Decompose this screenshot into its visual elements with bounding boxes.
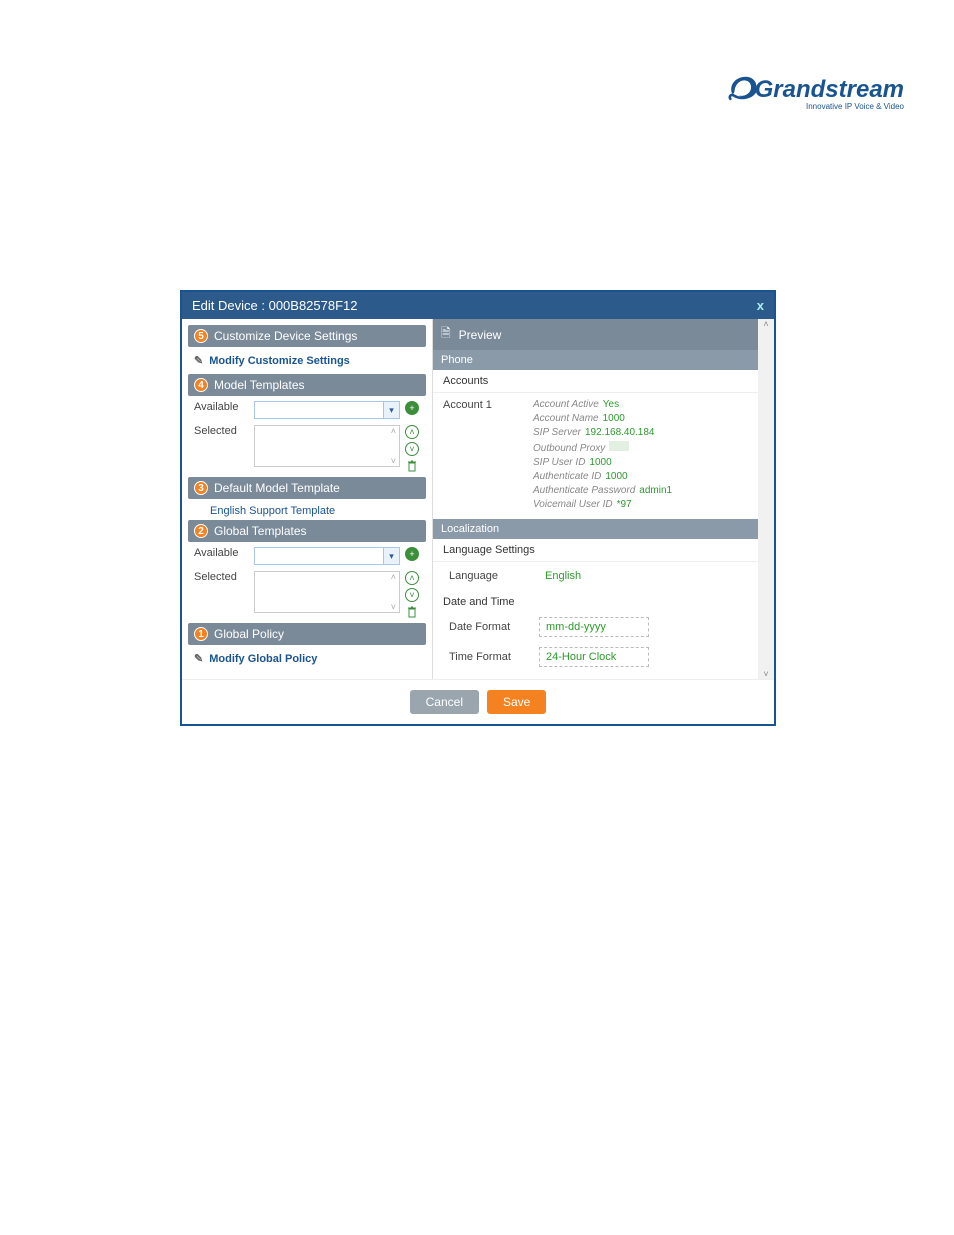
modify-global-link[interactable]: ✎ Modify Global Policy [188,648,426,669]
left-panel: 5 Customize Device Settings ✎ Modify Cus… [182,319,432,679]
language-label: Language [449,570,539,582]
outbound-proxy-empty [609,441,629,451]
model-templates-header[interactable]: 4 Model Templates [188,374,426,396]
up-icon[interactable]: ˄ [405,425,419,439]
global-policy-header[interactable]: 1 Global Policy [188,623,426,645]
modify-customize-link[interactable]: ✎ Modify Customize Settings [188,350,426,371]
customize-settings-header[interactable]: 5 Customize Device Settings [188,325,426,347]
add-icon[interactable]: + [405,401,419,415]
mt-available-label: Available [194,401,250,413]
gt-available-label: Available [194,547,250,559]
preview-header: 🗎 Preview [433,319,758,350]
up-icon[interactable]: ˄ [405,571,419,585]
global-templates-label: Global Templates [214,524,307,538]
global-templates-header[interactable]: 2 Global Templates [188,520,426,542]
language-value[interactable]: English [539,567,649,585]
badge-4: 4 [194,378,208,392]
gt-selected-list[interactable]: ˄˅ [254,571,400,613]
account-1-label: Account 1 [443,399,523,513]
mt-selected-label: Selected [194,425,250,437]
model-templates-label: Model Templates [214,378,305,392]
gt-available-combo[interactable]: ▾ [254,547,400,565]
pencil-icon: ✎ [194,354,203,367]
chevron-down-icon[interactable]: ▾ [383,402,399,418]
badge-1: 1 [194,627,208,641]
scroll-up-icon[interactable]: ˄ [763,319,768,329]
badge-5: 5 [194,329,208,343]
scroll-down-icon[interactable]: ˅ [763,669,768,679]
account-1-fields: Account ActiveYes Account Name1000 SIP S… [533,399,748,513]
mt-available-combo[interactable]: ▾ [254,401,400,419]
down-icon[interactable]: ˅ [405,442,419,456]
date-format-value[interactable]: mm-dd-yyyy [539,617,649,637]
cancel-button[interactable]: Cancel [410,690,479,714]
brand-logo: Grandstream Innovative IP Voice & Video [727,70,904,111]
gt-selected-label: Selected [194,571,250,583]
document-icon: 🗎 [441,324,451,345]
trash-icon[interactable] [405,605,419,619]
customize-label: Customize Device Settings [214,329,357,343]
dialog-header: Edit Device : 000B82578F12 x [182,292,774,319]
localization-category: Localization [433,519,758,539]
add-icon[interactable]: + [405,547,419,561]
scrollbar[interactable]: ˄ ˅ [758,319,774,679]
english-support-template[interactable]: English Support Template [188,502,426,520]
badge-3: 3 [194,481,208,495]
trash-icon[interactable] [405,459,419,473]
time-format-label: Time Format [449,651,539,663]
edit-device-dialog: Edit Device : 000B82578F12 x 5 Customize… [180,290,776,726]
default-model-header[interactable]: 3 Default Model Template [188,477,426,499]
chevron-down-icon[interactable]: ▾ [383,548,399,564]
close-icon[interactable]: x [757,298,764,313]
accounts-header: Accounts [433,370,758,393]
dialog-footer: Cancel Save [182,679,774,724]
date-format-label: Date Format [449,621,539,633]
mt-selected-list[interactable]: ˄˅ [254,425,400,467]
dialog-title: Edit Device : 000B82578F12 [192,298,358,313]
phone-category: Phone [433,350,758,370]
down-icon[interactable]: ˅ [405,588,419,602]
language-settings-header: Language Settings [433,539,758,562]
default-model-label: Default Model Template [214,481,340,495]
save-button[interactable]: Save [487,690,546,714]
badge-2: 2 [194,524,208,538]
date-time-header: Date and Time [433,590,758,612]
global-policy-label: Global Policy [214,627,284,641]
time-format-value[interactable]: 24-Hour Clock [539,647,649,667]
preview-panel: 🗎 Preview Phone Accounts Account 1 Accou… [432,319,774,679]
pencil-icon: ✎ [194,652,203,665]
brand-name: Grandstream [755,76,904,103]
